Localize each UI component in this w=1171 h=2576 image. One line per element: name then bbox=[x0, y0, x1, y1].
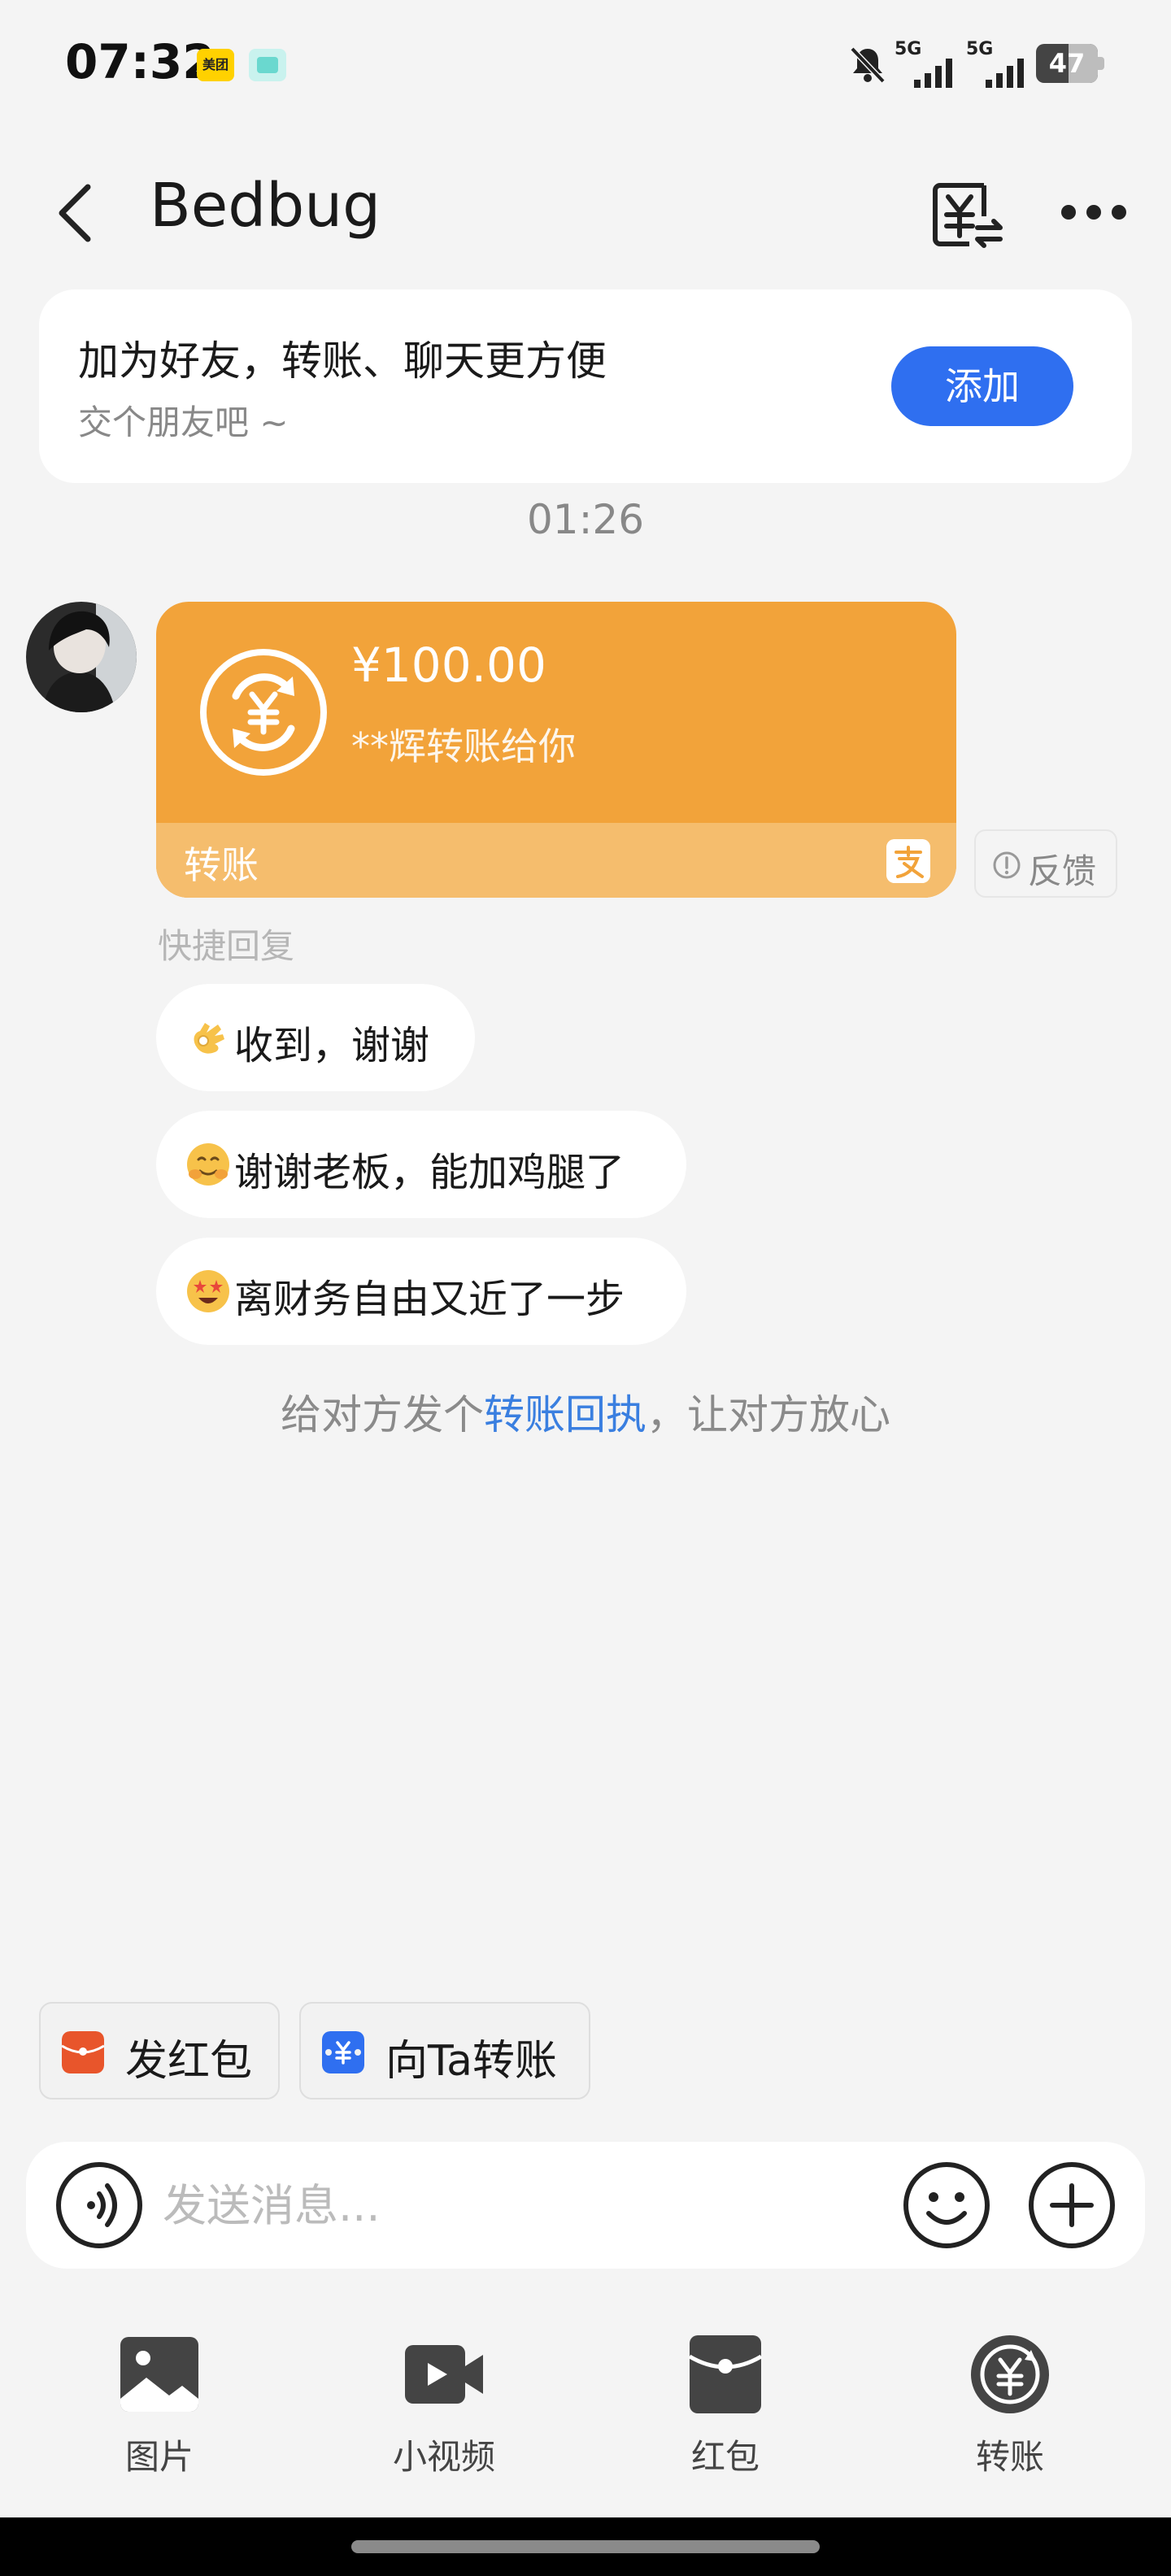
quick-reply-item[interactable]: 离财务自由又近了一步 bbox=[156, 1238, 686, 1345]
message-input-bar bbox=[26, 2142, 1145, 2269]
tool-photo-label: 图片 bbox=[124, 2437, 194, 2477]
quick-reply-item[interactable]: 谢谢老板，能加鸡腿了 bbox=[156, 1111, 686, 1218]
transfer-receipt-hint: 给对方发个转账回执，让对方放心 bbox=[0, 1382, 1171, 1441]
voice-input-icon[interactable] bbox=[55, 2161, 143, 2249]
receipt-hint-suffix: ，让对方放心 bbox=[646, 1391, 890, 1438]
quick-reply-item[interactable]: 收到，谢谢 bbox=[156, 984, 475, 1091]
video-icon bbox=[405, 2345, 483, 2404]
send-red-packet-chip[interactable]: 发红包 bbox=[39, 2002, 280, 2100]
tool-video[interactable]: 小视频 bbox=[363, 2334, 525, 2488]
notification-app-icon bbox=[249, 49, 286, 81]
transfer-to-user-chip[interactable]: 向Ta转账 bbox=[299, 2002, 590, 2100]
bell-off-icon bbox=[850, 46, 886, 84]
transfer-receipt-link[interactable]: 转账回执 bbox=[484, 1391, 646, 1438]
message-input[interactable] bbox=[163, 2165, 895, 2246]
status-time: 07:32 bbox=[65, 34, 215, 89]
info-circle-icon bbox=[993, 851, 1021, 879]
transfer-amount: ¥100.00 bbox=[351, 637, 546, 693]
send-red-packet-label: 发红包 bbox=[125, 2037, 253, 2086]
tool-video-label: 小视频 bbox=[392, 2437, 495, 2477]
signal-bars-icon bbox=[986, 59, 1024, 88]
add-friend-card: 加为好友，转账、聊天更方便 交个朋友吧 ~ 添加 bbox=[39, 289, 1132, 483]
ok-hand-emoji-icon bbox=[194, 1023, 224, 1054]
battery-level: 47 bbox=[1048, 48, 1086, 79]
tool-transfer-label: 转账 bbox=[975, 2437, 1044, 2477]
emoji-icon[interactable] bbox=[903, 2161, 990, 2249]
feedback-label: 反馈 bbox=[1028, 851, 1097, 891]
plus-icon[interactable] bbox=[1028, 2161, 1116, 2249]
yuan-exchange-icon[interactable] bbox=[927, 171, 1005, 252]
feedback-button[interactable]: 反馈 bbox=[974, 829, 1117, 898]
transfer-to-user-label: 向Ta转账 bbox=[385, 2037, 558, 2086]
tool-red-packet-label: 红包 bbox=[690, 2437, 760, 2477]
back-button[interactable] bbox=[46, 171, 111, 252]
status-bar: 07:32 美团 5G 5G 47 bbox=[0, 0, 1171, 130]
red-packet-icon bbox=[62, 2031, 104, 2073]
home-indicator[interactable] bbox=[351, 2540, 820, 2553]
signal-2: 5G bbox=[966, 39, 1031, 88]
tool-red-packet[interactable]: 红包 bbox=[644, 2334, 807, 2488]
quick-reply-text: 收到，谢谢 bbox=[234, 1023, 430, 1068]
meituan-app-icon: 美团 bbox=[197, 49, 234, 81]
tool-transfer[interactable]: 转账 bbox=[929, 2334, 1091, 2488]
signal-1: 5G bbox=[895, 39, 960, 88]
quick-reply-text: 谢谢老板，能加鸡腿了 bbox=[234, 1150, 625, 1195]
alipay-icon bbox=[886, 839, 930, 883]
message-timestamp: 01:26 bbox=[526, 496, 645, 543]
transfer-icon bbox=[971, 2335, 1049, 2413]
battery-indicator: 47 bbox=[1036, 44, 1104, 83]
star-eyes-emoji-icon bbox=[187, 1270, 229, 1312]
tool-photo[interactable]: 图片 bbox=[78, 2334, 241, 2488]
yum-face-emoji-icon bbox=[187, 1143, 229, 1186]
transfer-message-card[interactable]: ¥100.00 **辉转账给你 转账 bbox=[156, 602, 956, 898]
quick-reply-text: 离财务自由又近了一步 bbox=[234, 1277, 625, 1322]
transfer-yuan-icon bbox=[200, 649, 327, 776]
add-friend-title: 加为好友，转账、聊天更方便 bbox=[78, 337, 607, 385]
add-friend-subtitle: 交个朋友吧 ~ bbox=[78, 402, 289, 442]
more-dots-icon[interactable] bbox=[1057, 184, 1130, 241]
image-icon bbox=[120, 2337, 198, 2412]
transfer-card-icon bbox=[322, 2031, 364, 2073]
quick-reply-label: 快捷回复 bbox=[158, 926, 295, 966]
red-packet-icon bbox=[688, 2335, 763, 2413]
chat-title: Bedbug bbox=[150, 171, 381, 241]
receipt-hint-prefix: 给对方发个 bbox=[281, 1391, 484, 1438]
signal-bars-icon bbox=[914, 59, 952, 88]
transfer-footer-label: 转账 bbox=[184, 843, 259, 887]
avatar[interactable] bbox=[26, 602, 137, 712]
add-friend-button[interactable]: 添加 bbox=[891, 346, 1073, 426]
transfer-card-footer: 转账 bbox=[156, 823, 956, 898]
transfer-description: **辉转账给你 bbox=[351, 724, 576, 768]
